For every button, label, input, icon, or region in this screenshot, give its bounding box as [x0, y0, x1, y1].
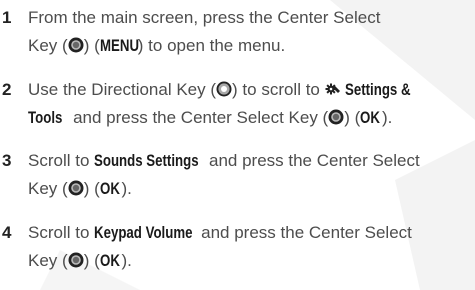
directional-key-icon	[216, 81, 232, 97]
text-run: ) (	[344, 108, 361, 127]
settings-keyword: Settings &	[344, 80, 411, 99]
text-run: ) to open the menu.	[137, 36, 286, 55]
tools-keyword: Tools	[28, 108, 63, 127]
step-text: Scroll to Sounds Settings and press the …	[28, 147, 468, 203]
text-run: Key (	[28, 251, 68, 270]
step-number: 2	[2, 80, 12, 99]
text-run: and press the Center Select	[204, 151, 420, 170]
text-run: ).	[121, 179, 132, 198]
text-run: Use the Directional Key (	[28, 80, 217, 99]
text-run: ).	[121, 251, 132, 270]
step-number: 1	[2, 8, 12, 27]
sounds-settings-keyword: Sounds Settings	[94, 151, 199, 170]
text-run: ).	[382, 108, 393, 127]
text-run: From the main screen, press the Center S…	[28, 8, 381, 27]
settings-gear-icon	[325, 81, 341, 97]
center-select-key-icon	[68, 37, 84, 53]
keypad-volume-keyword: Keypad Volume	[94, 223, 193, 242]
step-text: Use the Directional Key () to scroll to …	[28, 76, 468, 132]
ok-keyword: OK	[360, 108, 381, 127]
ok-keyword: OK	[99, 251, 120, 270]
step-line: Scroll to Sounds Settings and press the …	[28, 147, 468, 175]
step-number: 4	[2, 223, 12, 242]
text-run: and press the Center Select	[196, 223, 412, 242]
center-select-key-icon	[328, 109, 344, 125]
center-select-key-icon	[68, 180, 84, 196]
ok-keyword: OK	[99, 179, 120, 198]
step-line: Use the Directional Key () to scroll to …	[28, 76, 468, 104]
step-text: Scroll to Keypad Volume and press the Ce…	[28, 219, 468, 275]
step-line: From the main screen, press the Center S…	[28, 4, 468, 32]
text-run: ) (	[83, 36, 100, 55]
text-run: Key (	[28, 36, 68, 55]
text-run: ) (	[83, 179, 100, 198]
step-line: Scroll to Keypad Volume and press the Ce…	[28, 219, 468, 247]
text-run: Scroll to	[28, 151, 95, 170]
center-select-key-icon	[68, 252, 84, 268]
step-number: 3	[2, 151, 12, 170]
text-run: ) to scroll to	[232, 80, 325, 99]
step-line: Key ( ) (OK).	[28, 175, 468, 203]
step-line: Key ( ) (MENU) to open the menu.	[28, 32, 468, 60]
text-run: Key (	[28, 179, 68, 198]
text-run: and press the Center Select Key (	[68, 108, 329, 127]
text-run: ) (	[83, 251, 100, 270]
menu-keyword: MENU	[99, 36, 139, 55]
step-line: Tools and press the Center Select Key ()…	[28, 104, 468, 132]
step-text: From the main screen, press the Center S…	[28, 4, 468, 60]
step-line: Key ( ) (OK).	[28, 247, 468, 275]
text-run: Scroll to	[28, 223, 95, 242]
